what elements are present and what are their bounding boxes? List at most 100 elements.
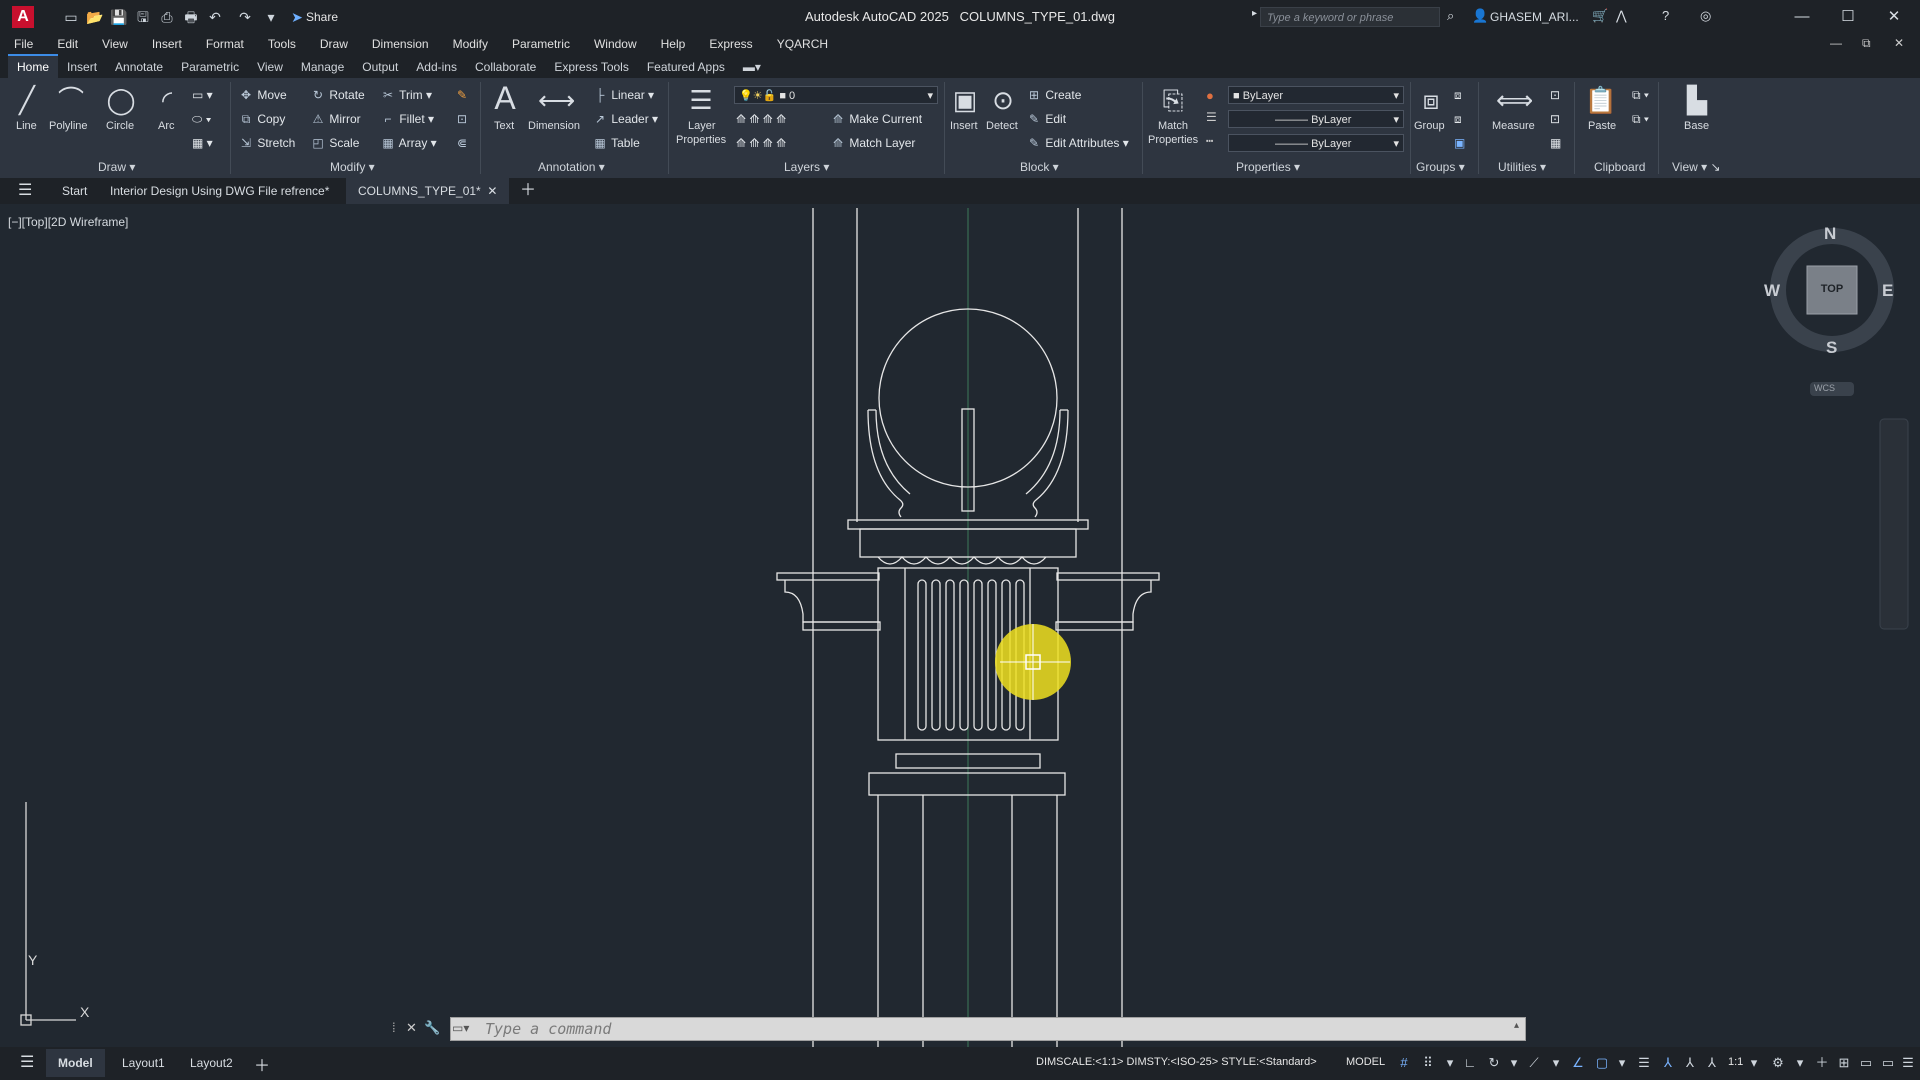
- layer-properties-icon[interactable]: ☰: [684, 84, 718, 116]
- arc-icon[interactable]: ◜: [150, 84, 184, 116]
- save-icon[interactable]: 💾: [110, 8, 128, 26]
- layer-dropdown[interactable]: 💡☀🔓 ■ 0 ▾: [734, 86, 938, 104]
- doc-tab-close-icon[interactable]: ✕: [487, 184, 497, 198]
- wcs-menu[interactable]: WCS: [1814, 383, 1835, 393]
- command-line-grip-icon[interactable]: ⁞: [392, 1020, 396, 1035]
- circle-icon[interactable]: ◯: [104, 84, 138, 116]
- viewport-controls-label[interactable]: [−][Top][2D Wireframe]: [8, 215, 128, 229]
- layer-properties-label-1[interactable]: Layer: [688, 120, 716, 132]
- menu-draw[interactable]: Draw: [320, 34, 348, 54]
- erase-tool[interactable]: ✎: [454, 88, 470, 102]
- draw-panel-title[interactable]: Draw ▾: [98, 160, 135, 174]
- menu-window[interactable]: Window: [594, 34, 637, 54]
- undo-icon[interactable]: ↶: [206, 8, 224, 26]
- move-tool[interactable]: ✥ Move: [238, 88, 287, 102]
- doc-minimize-icon[interactable]: —: [1830, 36, 1842, 50]
- groups-panel-title[interactable]: Groups ▾: [1416, 160, 1465, 174]
- plot-icon[interactable]: ⎙: [158, 8, 176, 26]
- modify-panel-title[interactable]: Modify ▾: [330, 160, 375, 174]
- measure-icon[interactable]: ⟺: [1496, 84, 1533, 116]
- units-icon[interactable]: ⊞: [1836, 1054, 1852, 1072]
- calculator-icon[interactable]: ▦: [1550, 136, 1561, 150]
- utilities-panel-title[interactable]: Utilities ▾: [1498, 160, 1546, 174]
- group-icon[interactable]: ⧈: [1414, 84, 1448, 116]
- menu-file[interactable]: File: [14, 34, 33, 54]
- menu-view[interactable]: View: [102, 34, 128, 54]
- viewcube-west[interactable]: W: [1764, 281, 1780, 301]
- ribbon-options-icon[interactable]: ▬▾: [734, 55, 770, 79]
- doc-tab-start[interactable]: Start: [62, 178, 87, 204]
- linear-tool[interactable]: ├ Linear ▾: [592, 88, 654, 102]
- new-file-icon[interactable]: ▭: [62, 8, 80, 26]
- minimize-icon[interactable]: —: [1782, 6, 1822, 28]
- help-icon[interactable]: ?: [1662, 8, 1669, 23]
- doc-close-icon[interactable]: ✕: [1894, 36, 1904, 50]
- edit-block-tool[interactable]: ✎ Edit: [1026, 112, 1066, 126]
- menu-express[interactable]: Express: [709, 34, 752, 54]
- quick-properties-icon[interactable]: ▭: [1858, 1054, 1874, 1072]
- annotation-monitor-icon[interactable]: ＋: [1814, 1054, 1830, 1072]
- autodesk-app-icon[interactable]: ⋀: [1616, 8, 1627, 24]
- block-panel-title[interactable]: Block ▾: [1020, 160, 1059, 174]
- menu-edit[interactable]: Edit: [57, 34, 78, 54]
- detect-button[interactable]: Detect: [986, 120, 1018, 132]
- match-properties-label-1[interactable]: Match: [1158, 120, 1188, 132]
- viewcube-south[interactable]: S: [1826, 338, 1837, 358]
- layer-properties-label-2[interactable]: Properties: [676, 134, 726, 146]
- menu-format[interactable]: Format: [206, 34, 244, 54]
- drawing-viewport[interactable]: [0, 204, 1920, 1047]
- object-snap-icon[interactable]: ▢: [1594, 1054, 1610, 1072]
- viewcube-north[interactable]: N: [1824, 224, 1836, 244]
- stretch-tool[interactable]: ⇲ Stretch: [238, 136, 295, 150]
- array-tool[interactable]: ▦ Array ▾: [380, 136, 436, 150]
- cart-icon[interactable]: 🛒: [1592, 8, 1608, 24]
- explode-tool[interactable]: ⊡: [454, 112, 470, 126]
- polar-icon[interactable]: ↻: [1486, 1054, 1502, 1072]
- customization-icon[interactable]: ☰: [1900, 1054, 1916, 1072]
- isodraft-dropdown-icon[interactable]: ▾: [1548, 1054, 1564, 1072]
- command-line-close-icon[interactable]: ✕: [406, 1020, 417, 1036]
- command-history-icon[interactable]: ▭▾: [452, 1021, 469, 1035]
- insert-block-icon[interactable]: ▣: [948, 84, 982, 116]
- ungroup-icon[interactable]: ⧈: [1454, 88, 1462, 103]
- select-all-icon[interactable]: ⊡: [1550, 112, 1560, 126]
- menu-modify[interactable]: Modify: [453, 34, 488, 54]
- circle-button[interactable]: Circle: [106, 120, 134, 132]
- user-icon[interactable]: 👤: [1472, 8, 1488, 24]
- command-expand-icon[interactable]: ▴: [1514, 1020, 1519, 1031]
- layers-panel-title[interactable]: Layers ▾: [784, 160, 829, 174]
- view-panel-title[interactable]: View ▾ ↘: [1672, 160, 1721, 174]
- ribbon-tab-insert[interactable]: Insert: [58, 55, 106, 79]
- ribbon-tab-express-tools[interactable]: Express Tools: [545, 55, 637, 79]
- color-dropdown[interactable]: ■ ByLayer ▾: [1228, 86, 1404, 104]
- group-button[interactable]: Group: [1414, 120, 1445, 132]
- trim-tool[interactable]: ✂ Trim ▾: [380, 88, 432, 102]
- layout1-tab[interactable]: Layout1: [122, 1056, 165, 1070]
- feedback-icon[interactable]: ◎: [1700, 8, 1711, 24]
- command-customize-icon[interactable]: 🔧: [424, 1020, 440, 1036]
- model-tab[interactable]: Model: [46, 1049, 105, 1077]
- redo-icon[interactable]: ↷: [236, 8, 254, 26]
- cut-icon[interactable]: ⧉ ▾: [1632, 112, 1649, 127]
- match-properties-icon[interactable]: ⎘: [1156, 84, 1190, 116]
- ribbon-tab-view[interactable]: View: [248, 55, 292, 79]
- fillet-tool[interactable]: ⌐ Fillet ▾: [380, 112, 434, 126]
- group-edit-icon[interactable]: ⧈: [1454, 112, 1462, 127]
- create-block-tool[interactable]: ⊞ Create: [1026, 88, 1081, 102]
- new-tab-icon[interactable]: ＋: [520, 178, 536, 204]
- ribbon-tab-annotate[interactable]: Annotate: [106, 55, 172, 79]
- polyline-icon[interactable]: ⌒: [54, 84, 88, 116]
- menu-yqarch[interactable]: YQARCH: [777, 34, 828, 54]
- linetype-dropdown[interactable]: ——— ByLayer ▾: [1228, 134, 1404, 152]
- share-button[interactable]: Share: [306, 10, 338, 24]
- text-button[interactable]: Text: [494, 120, 514, 132]
- lineweight-toggle-icon[interactable]: ☰: [1636, 1054, 1652, 1072]
- viewcube-top-face[interactable]: TOP: [1807, 283, 1857, 295]
- user-name[interactable]: GHASEM_ARI...: [1490, 10, 1579, 24]
- group-selection-icon[interactable]: ▣: [1454, 136, 1465, 150]
- copy-tool[interactable]: ⧉ Copy: [238, 112, 286, 127]
- offset-tool[interactable]: ⋐: [454, 136, 470, 150]
- ribbon-tab-addins[interactable]: Add-ins: [407, 55, 466, 79]
- layout2-tab[interactable]: Layout2: [190, 1056, 233, 1070]
- print-icon[interactable]: 🖶: [182, 8, 200, 26]
